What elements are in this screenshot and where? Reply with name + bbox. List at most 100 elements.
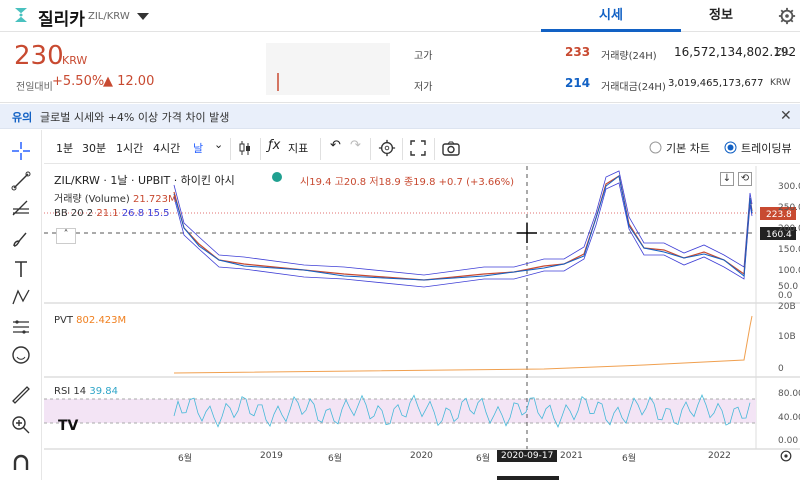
tab-info[interactable]: 정보	[681, 0, 761, 32]
price-unit: KRW	[62, 54, 88, 67]
magnet-icon[interactable]	[10, 452, 32, 474]
change-label: 전일대비	[16, 82, 53, 93]
separator	[434, 138, 435, 160]
brush-icon[interactable]	[10, 228, 32, 250]
zilliqa-logo-icon	[15, 8, 27, 22]
interval-4h[interactable]: 4시간	[153, 140, 180, 156]
zoom-in-icon[interactable]	[10, 414, 32, 436]
volume-indicator-value: 21.723M	[132, 194, 177, 205]
trend-line-icon[interactable]	[10, 170, 32, 192]
price-panel: 230 KRW 전일대비 +5.50% ▲ 12.00 고가 233 저가 21…	[0, 33, 800, 103]
crosshair-icon[interactable]	[10, 140, 32, 162]
pvt-value: 802.423M	[76, 315, 127, 326]
radio-basic-chart[interactable]	[649, 141, 662, 154]
notice-banner: 유의 글로벌 시세와 +4% 이상 가격 차이 발생 ✕	[0, 104, 800, 129]
volume-unit: ZIL	[775, 47, 791, 58]
rsi-label: RSI 14	[54, 386, 87, 397]
pvt-label: PVT	[54, 315, 73, 326]
collapse-legend-chevron-icon[interactable]: ˄	[56, 228, 76, 244]
settings-gear-icon[interactable]	[778, 7, 796, 25]
bb-basis: 21.1	[96, 208, 119, 219]
measure-tool-icon[interactable]	[10, 316, 32, 338]
market-status-icon	[272, 172, 282, 182]
rsi-value: 39.84	[89, 386, 118, 397]
x-tick: 6월	[328, 454, 343, 464]
y-tick: 300.0	[778, 182, 800, 192]
x-tick: 2021	[560, 451, 583, 461]
chart-area: 1분 30분 1시간 4시간 날 ⌄ ƒx 지표 ↶ ↷ 기본 차트 트레이딩뷰	[0, 130, 800, 480]
scroll-down-arrow-icon[interactable]: ↓	[720, 172, 734, 186]
high-value: 20.8	[343, 177, 367, 188]
x-tick: 2020	[410, 451, 433, 461]
indicators-button[interactable]: 지표	[288, 140, 308, 156]
x-tick: 6월	[178, 454, 193, 464]
basic-chart-label[interactable]: 기본 차트	[666, 140, 710, 156]
pattern-tool-icon[interactable]	[10, 286, 32, 308]
coin-dropdown-chevron-icon[interactable]	[137, 13, 149, 20]
drawing-toolbar	[0, 130, 42, 480]
y-tick: 150.0	[778, 245, 800, 255]
low-label: 저	[369, 177, 379, 188]
rsi-tick: 80.00	[778, 389, 800, 399]
y-tick: 100.0	[778, 266, 800, 276]
change-amount: ▲ 12.00	[103, 74, 155, 89]
x-tick: 2019	[260, 451, 283, 461]
camera-icon[interactable]	[442, 140, 460, 156]
separator	[230, 138, 231, 160]
change-percent: +5.50%	[52, 74, 105, 89]
emoji-icon[interactable]	[10, 344, 32, 366]
crosshair-cursor-icon	[517, 223, 537, 243]
interval-30m[interactable]: 30분	[82, 140, 106, 156]
low-value: 18.9	[378, 177, 401, 188]
open-value: 19.4	[309, 177, 332, 188]
interval-1h[interactable]: 1시간	[116, 140, 143, 156]
interval-day[interactable]: 날	[193, 140, 203, 156]
x-tick: 6월	[622, 454, 637, 464]
interval-1m[interactable]: 1분	[56, 140, 73, 156]
coin-pair: ZIL/KRW	[88, 11, 130, 22]
ruler-icon[interactable]	[10, 384, 32, 406]
refresh-icon[interactable]: ⟲	[738, 172, 752, 186]
high-label: 고가	[414, 51, 433, 62]
rsi-tick: 40.00	[778, 413, 800, 423]
volume-indicator-label: 거래량 (Volume)	[54, 194, 130, 205]
high-label: 고	[334, 177, 344, 188]
separator	[402, 138, 403, 160]
change-value: +0.7 (+3.66%)	[438, 177, 515, 188]
low-value: 214	[565, 76, 591, 90]
candle-type-icon[interactable]	[238, 139, 254, 157]
bb-lower: 15.5	[147, 208, 170, 219]
amount-unit: KRW	[770, 78, 791, 88]
close-icon[interactable]: ✕	[780, 108, 792, 124]
volume-label: 거래량(24H)	[601, 51, 657, 62]
text-tool-icon[interactable]	[10, 258, 32, 280]
separator	[260, 138, 261, 160]
redo-icon[interactable]: ↷	[350, 138, 361, 153]
chart-toolbar: 1분 30분 1시간 4시간 날 ⌄ ƒx 지표 ↶ ↷ 기본 차트 트레이딩뷰	[44, 132, 800, 164]
amount-label: 거래대금(24H)	[601, 82, 666, 93]
close-label: 종	[403, 177, 414, 188]
fullscreen-icon[interactable]	[410, 140, 426, 156]
undo-icon[interactable]: ↶	[330, 138, 341, 153]
tradingview-logo-icon: TV	[58, 418, 79, 434]
x-tick: 2022	[708, 451, 731, 461]
interval-chevron-down-icon[interactable]: ⌄	[214, 138, 223, 151]
pvt-tick: 20B	[778, 302, 796, 312]
tab-price[interactable]: 시세	[541, 0, 681, 32]
tradingview-label[interactable]: 트레이딩뷰	[741, 140, 792, 156]
low-label: 저가	[414, 82, 433, 93]
indicator-fx-icon[interactable]: ƒx	[268, 138, 280, 153]
price-chart[interactable]: 223.8 160.4 ZIL/KRW · 1날 · UPBIT · 하이킨 아…	[44, 166, 800, 480]
x-tick: 6월	[476, 454, 491, 464]
axis-settings-gear-icon[interactable]	[778, 448, 794, 464]
header: 질리카 ZIL/KRW 시세 정보	[0, 0, 800, 32]
radio-tradingview[interactable]	[724, 141, 737, 154]
pvt-tick: 0	[778, 364, 784, 374]
fib-tool-icon[interactable]	[10, 198, 32, 220]
open-label: 시	[300, 177, 310, 188]
pvt-tick: 10B	[778, 332, 796, 342]
chart-settings-gear-icon[interactable]	[378, 139, 396, 157]
y-tick: 250.0	[778, 203, 800, 213]
high-value: 233	[565, 45, 591, 59]
bb-upper: 26.8	[121, 208, 145, 219]
